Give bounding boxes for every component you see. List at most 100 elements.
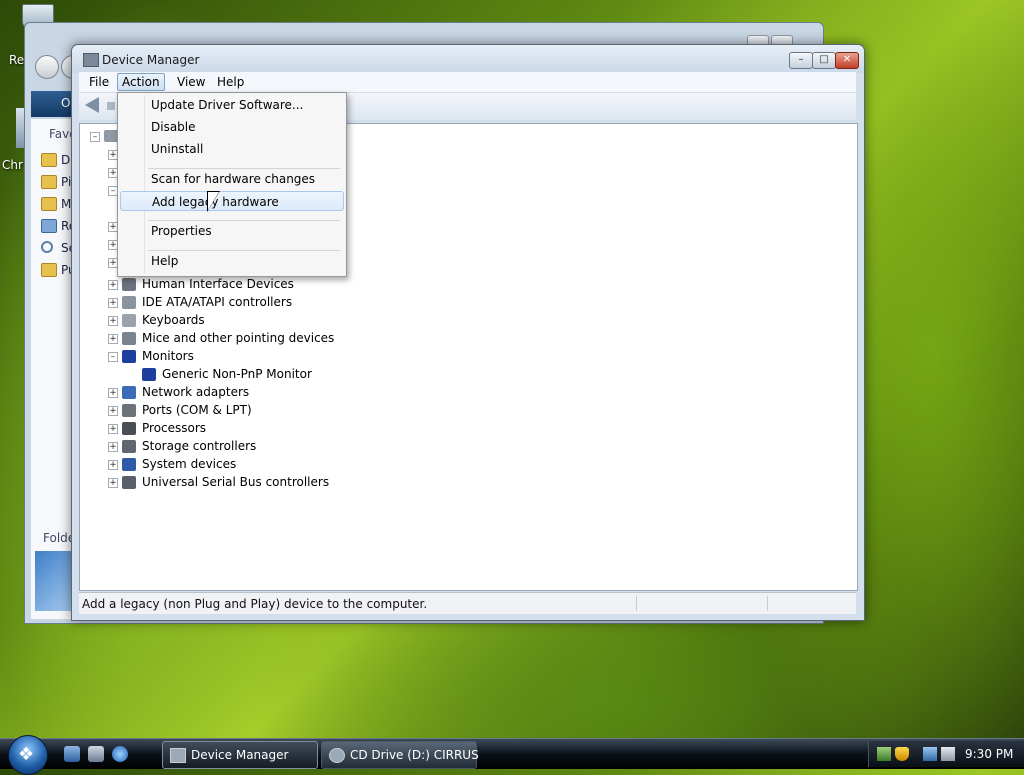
tree-expander[interactable]: + bbox=[108, 442, 118, 452]
usb-icon bbox=[122, 476, 136, 489]
system-tray: 9:30 PM bbox=[868, 741, 1024, 767]
public-folder-icon[interactable] bbox=[41, 263, 57, 277]
tree-node-label[interactable]: Universal Serial Bus controllers bbox=[142, 475, 329, 489]
menu-item-label: Update Driver Software... bbox=[151, 98, 304, 112]
tree-row[interactable]: – Monitors bbox=[80, 348, 840, 366]
close-button[interactable]: ✕ bbox=[835, 52, 859, 69]
security-shield-icon[interactable] bbox=[895, 747, 909, 761]
side-item-label[interactable]: M bbox=[61, 197, 71, 211]
tree-expander[interactable]: + bbox=[108, 406, 118, 416]
tree-node-label[interactable]: Ports (COM & LPT) bbox=[142, 403, 252, 417]
tree-node-label[interactable]: Mice and other pointing devices bbox=[142, 331, 334, 345]
recycle-bin-label: Re bbox=[9, 53, 25, 67]
tree-row[interactable]: Generic Non-PnP Monitor bbox=[80, 366, 840, 384]
tree-row[interactable]: + Human Interface Devices bbox=[80, 276, 840, 294]
menu-properties[interactable]: Properties bbox=[120, 221, 342, 241]
tree-expander[interactable]: + bbox=[108, 298, 118, 308]
status-divider bbox=[767, 596, 768, 611]
tree-expander[interactable]: + bbox=[108, 478, 118, 488]
start-button[interactable]: ❖ bbox=[8, 735, 48, 775]
tree-expander[interactable]: + bbox=[108, 388, 118, 398]
tree-row[interactable]: + IDE ATA/ATAPI controllers bbox=[80, 294, 840, 312]
processor-icon bbox=[122, 422, 136, 435]
menu-help[interactable]: Help bbox=[120, 251, 342, 271]
monitor-icon bbox=[142, 368, 156, 381]
keyboard-icon bbox=[122, 314, 136, 327]
menu-help-bar[interactable]: Help bbox=[213, 74, 248, 90]
tree-node-label[interactable]: Storage controllers bbox=[142, 439, 256, 453]
tree-expander[interactable]: + bbox=[108, 316, 118, 326]
menu-bar: File Action View Help bbox=[79, 72, 856, 92]
tree-row[interactable]: + System devices bbox=[80, 456, 840, 474]
tree-node-label[interactable]: Generic Non-PnP Monitor bbox=[162, 367, 312, 381]
tree-row[interactable]: + Network adapters bbox=[80, 384, 840, 402]
device-manager-icon bbox=[83, 53, 99, 67]
switch-windows-icon[interactable] bbox=[88, 746, 104, 762]
side-item-label[interactable]: Pi bbox=[61, 175, 71, 189]
window-title: Device Manager bbox=[102, 53, 200, 67]
tree-node-label[interactable]: Processors bbox=[142, 421, 206, 435]
taskbar-button-label: Device Manager bbox=[191, 748, 289, 762]
tree-expander[interactable]: + bbox=[108, 460, 118, 470]
menu-action[interactable]: Action bbox=[117, 73, 165, 91]
connection-tray-icon[interactable] bbox=[923, 747, 937, 761]
menu-add-legacy-hardware[interactable]: Add legacy hardware bbox=[120, 191, 344, 211]
minimize-button[interactable]: – bbox=[789, 52, 813, 69]
taskbar-device-manager[interactable]: Device Manager bbox=[162, 741, 318, 769]
tree-expander[interactable]: + bbox=[108, 280, 118, 290]
root-expander[interactable]: – bbox=[90, 132, 100, 142]
menu-disable[interactable]: Disable bbox=[120, 117, 342, 137]
menu-uninstall[interactable]: Uninstall bbox=[120, 139, 342, 159]
tree-row[interactable]: + Keyboards bbox=[80, 312, 840, 330]
menu-item-label: Scan for hardware changes bbox=[151, 172, 316, 186]
mouse-cursor-icon bbox=[208, 192, 219, 210]
bg-toolbar-label: O bbox=[61, 96, 71, 110]
taskbar-button-label: CD Drive (D:) CIRRUS bbox=[350, 748, 479, 762]
maximize-button[interactable]: □ bbox=[812, 52, 836, 69]
system-device-icon bbox=[122, 458, 136, 471]
back-button[interactable] bbox=[35, 55, 59, 79]
recent-items-icon[interactable] bbox=[41, 219, 57, 233]
documents-folder-icon[interactable] bbox=[41, 153, 57, 167]
taskbar-cd-drive[interactable]: CD Drive (D:) CIRRUS bbox=[321, 741, 479, 769]
tree-expander[interactable]: + bbox=[108, 424, 118, 434]
network-adapter-icon bbox=[122, 386, 136, 399]
menu-separator bbox=[148, 220, 340, 221]
storage-controller-icon bbox=[122, 440, 136, 453]
tree-node-label[interactable]: Keyboards bbox=[142, 313, 205, 327]
tree-expander[interactable]: – bbox=[108, 352, 118, 362]
menu-item-label: Uninstall bbox=[151, 142, 204, 156]
tree-expander[interactable]: + bbox=[108, 334, 118, 344]
volume-icon[interactable] bbox=[941, 747, 955, 761]
tree-node-label[interactable]: Human Interface Devices bbox=[142, 277, 294, 291]
tree-node-label[interactable]: Network adapters bbox=[142, 385, 249, 399]
internet-explorer-icon[interactable] bbox=[112, 746, 128, 762]
show-desktop-icon[interactable] bbox=[64, 746, 80, 762]
tree-row[interactable]: + Processors bbox=[80, 420, 840, 438]
menu-file[interactable]: File bbox=[85, 74, 113, 90]
desktop-shortcut-label: Chr bbox=[2, 158, 23, 172]
taskbar: ❖ Device Manager CD Drive (D:) CIRRUS 9:… bbox=[0, 735, 1024, 775]
tree-row[interactable]: + Storage controllers bbox=[80, 438, 840, 456]
menu-view[interactable]: View bbox=[173, 74, 209, 90]
tree-node-label[interactable]: IDE ATA/ATAPI controllers bbox=[142, 295, 292, 309]
menu-scan-for-hardware-changes[interactable]: Scan for hardware changes bbox=[120, 169, 342, 189]
tree-row[interactable]: + Universal Serial Bus controllers bbox=[80, 474, 840, 492]
tree-row[interactable]: + Ports (COM & LPT) bbox=[80, 402, 840, 420]
music-folder-icon[interactable] bbox=[41, 197, 57, 211]
status-bar: Add a legacy (non Plug and Play) device … bbox=[79, 592, 856, 614]
tree-node-label[interactable]: System devices bbox=[142, 457, 236, 471]
search-icon[interactable] bbox=[41, 241, 55, 255]
cd-drive-icon bbox=[329, 748, 345, 763]
tree-node-label[interactable]: Monitors bbox=[142, 349, 194, 363]
mouse-icon bbox=[122, 332, 136, 345]
pictures-folder-icon[interactable] bbox=[41, 175, 57, 189]
back-arrow-icon[interactable] bbox=[85, 97, 99, 113]
menu-update-driver-software[interactable]: Update Driver Software... bbox=[120, 95, 342, 115]
title-bar[interactable]: Device Manager – □ ✕ bbox=[72, 45, 864, 73]
network-tray-icon[interactable] bbox=[877, 747, 891, 761]
device-manager-icon bbox=[170, 748, 186, 763]
clock[interactable]: 9:30 PM bbox=[965, 747, 1013, 761]
forward-arrow-icon[interactable] bbox=[107, 102, 115, 110]
tree-row[interactable]: + Mice and other pointing devices bbox=[80, 330, 840, 348]
